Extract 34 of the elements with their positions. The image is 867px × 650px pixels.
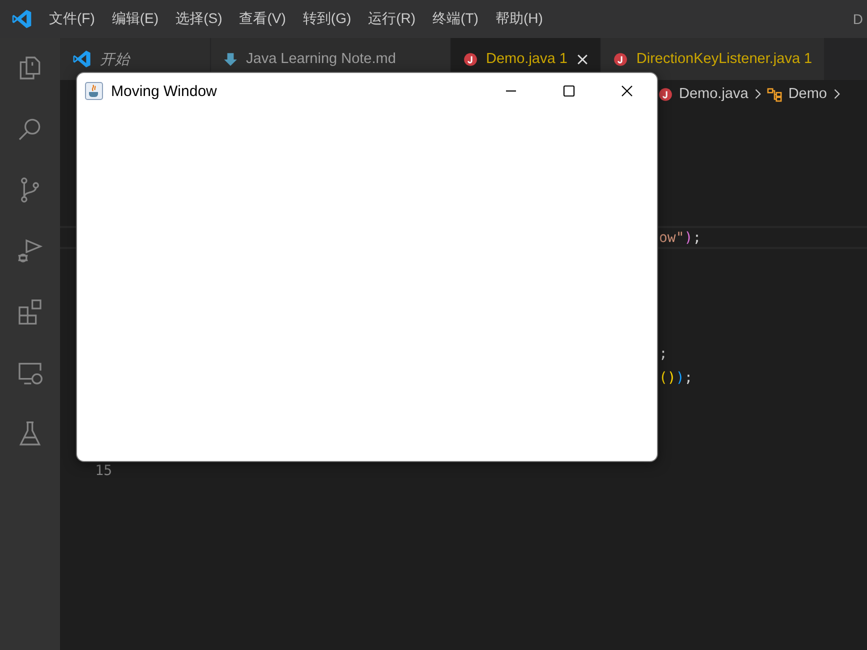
menu-item[interactable]: 帮助(H) bbox=[495, 10, 543, 28]
code-text: () bbox=[659, 370, 676, 386]
chevron-icon bbox=[833, 88, 840, 100]
java-file-icon bbox=[463, 52, 478, 66]
menu-item[interactable]: 运行(R) bbox=[368, 10, 416, 28]
maximize-icon[interactable] bbox=[563, 85, 575, 97]
code-text: ; bbox=[659, 346, 668, 362]
code-text: ow" bbox=[659, 230, 684, 246]
java-file-icon bbox=[613, 52, 628, 66]
chevron-icon bbox=[754, 88, 762, 100]
class-icon bbox=[767, 86, 782, 102]
extensions-icon[interactable] bbox=[16, 298, 44, 326]
code-text: ) bbox=[676, 370, 684, 386]
vscode-logo-icon bbox=[11, 8, 33, 30]
menu-item[interactable]: 转到(G) bbox=[302, 10, 352, 28]
menu-item[interactable]: 文件(F) bbox=[49, 10, 95, 28]
editor-tab[interactable]: DirectionKeyListener.java 1 bbox=[601, 38, 826, 80]
code-text: ; bbox=[684, 370, 693, 386]
menu-item[interactable]: 查看(V) bbox=[239, 10, 286, 28]
menu-item[interactable]: 选择(S) bbox=[176, 10, 222, 28]
vscode-logo-icon bbox=[72, 49, 92, 69]
close-icon[interactable] bbox=[621, 85, 633, 97]
run-debug-icon[interactable] bbox=[16, 237, 44, 265]
code-text: ; bbox=[692, 230, 702, 246]
breadcrumb-item[interactable]: Demo.java bbox=[679, 86, 748, 102]
window-title: Moving Window bbox=[111, 82, 217, 100]
breadcrumb-item[interactable]: Demo bbox=[788, 86, 827, 102]
menu-item[interactable]: 编辑(E) bbox=[112, 10, 159, 28]
coffee-cup-icon bbox=[85, 82, 103, 100]
down-arrow-icon bbox=[223, 52, 238, 66]
window-title: D bbox=[852, 11, 863, 27]
line-number: 15 bbox=[95, 462, 112, 479]
code-text: ) bbox=[684, 230, 693, 246]
menu-item[interactable]: 终端(T) bbox=[432, 10, 478, 28]
